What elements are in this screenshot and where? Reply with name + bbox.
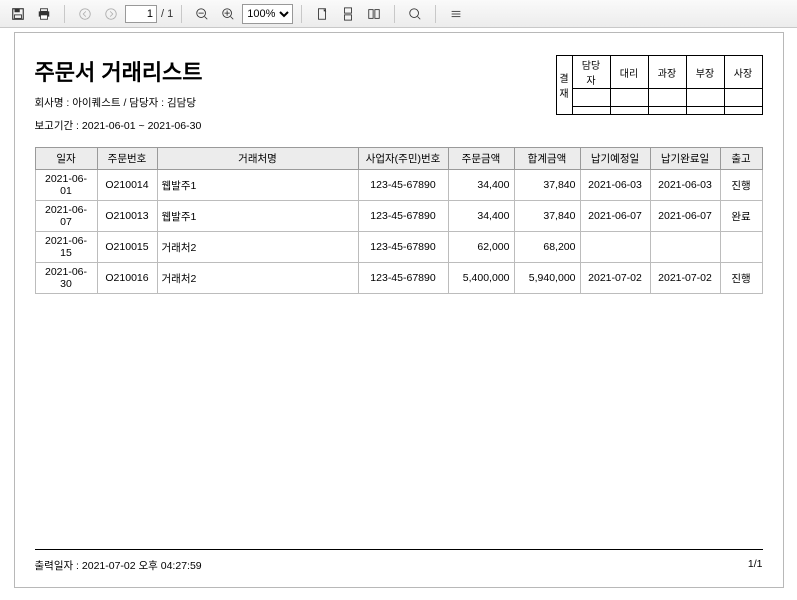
approval-col: 사장 — [724, 56, 762, 89]
separator — [394, 5, 395, 23]
page-input[interactable] — [125, 5, 157, 23]
cell-done-date: 2021-06-07 — [650, 201, 720, 232]
cell-done-date: 2021-07-02 — [650, 263, 720, 294]
zoom-in-button[interactable] — [216, 3, 240, 25]
print-button[interactable] — [32, 3, 56, 25]
cell-client: 거래처2 — [157, 232, 358, 263]
toolbar: / 1 100% — [0, 0, 797, 28]
prev-page-button[interactable] — [73, 3, 97, 25]
menu-button[interactable] — [444, 3, 468, 25]
page-indicator: 1/1 — [748, 558, 763, 573]
cell-client: 거래처2 — [157, 263, 358, 294]
cell-ship-status: 진행 — [720, 170, 762, 201]
cell-date: 2021-06-15 — [35, 232, 97, 263]
cell-total-amount: 37,840 — [514, 170, 580, 201]
cell-biz-no: 123-45-67890 — [358, 170, 448, 201]
cell-due-date: 2021-06-07 — [580, 201, 650, 232]
cell-due-date: 2021-07-02 — [580, 263, 650, 294]
cell-order-no: O210015 — [97, 232, 157, 263]
save-button[interactable] — [6, 3, 30, 25]
page-title: 주문서 거래리스트 — [35, 55, 203, 87]
period-line: 보고기간 : 2021-06-01 ~ 2021-06-30 — [35, 118, 203, 133]
cell-total-amount: 68,200 — [514, 232, 580, 263]
search-button[interactable] — [403, 3, 427, 25]
cell-client: 웹발주1 — [157, 170, 358, 201]
cell-done-date — [650, 232, 720, 263]
viewport: 주문서 거래리스트 회사명 : 아이퀘스트 / 담당자 : 김담당 보고기간 :… — [0, 28, 797, 600]
cell-order-amount: 62,000 — [448, 232, 514, 263]
facing-page-button[interactable] — [362, 3, 386, 25]
zoom-select[interactable]: 100% — [242, 4, 293, 24]
separator — [435, 5, 436, 23]
cell-date: 2021-06-07 — [35, 201, 97, 232]
approval-col: 부장 — [686, 56, 724, 89]
print-timestamp: 출력일자 : 2021-07-02 오후 04:27:59 — [35, 558, 202, 573]
approval-col: 담당자 — [572, 56, 610, 89]
approval-col: 과장 — [648, 56, 686, 89]
company-line: 회사명 : 아이퀘스트 / 담당자 : 김담당 — [35, 95, 203, 110]
cell-client: 웹발주1 — [157, 201, 358, 232]
cell-order-no: O210013 — [97, 201, 157, 232]
footer-rule — [35, 549, 763, 550]
cell-biz-no: 123-45-67890 — [358, 263, 448, 294]
separator — [301, 5, 302, 23]
cell-order-amount: 5,400,000 — [448, 263, 514, 294]
cell-biz-no: 123-45-67890 — [358, 232, 448, 263]
approval-box: 결재 담당자 대리 과장 부장 사장 — [556, 55, 763, 115]
table-row: 2021-06-01O210014웹발주1123-45-6789034,4003… — [35, 170, 762, 201]
cell-ship-status — [720, 232, 762, 263]
cell-order-amount: 34,400 — [448, 170, 514, 201]
cell-ship-status: 완료 — [720, 201, 762, 232]
data-table: 일자 주문번호 거래처명 사업자(주민)번호 주문금액 합계금액 납기예정일 납… — [35, 147, 763, 294]
document-page: 주문서 거래리스트 회사명 : 아이퀘스트 / 담당자 : 김담당 보고기간 :… — [14, 32, 784, 588]
cell-date: 2021-06-30 — [35, 263, 97, 294]
zoom-out-button[interactable] — [190, 3, 214, 25]
table-row: 2021-06-07O210013웹발주1123-45-6789034,4003… — [35, 201, 762, 232]
separator — [64, 5, 65, 23]
separator — [181, 5, 182, 23]
cell-due-date: 2021-06-03 — [580, 170, 650, 201]
cell-date: 2021-06-01 — [35, 170, 97, 201]
cell-total-amount: 37,840 — [514, 201, 580, 232]
cell-order-no: O210016 — [97, 263, 157, 294]
cell-order-amount: 34,400 — [448, 201, 514, 232]
approval-side-label: 결재 — [556, 56, 572, 115]
next-page-button[interactable] — [99, 3, 123, 25]
cell-order-no: O210014 — [97, 170, 157, 201]
table-row: 2021-06-30O210016거래처2123-45-678905,400,0… — [35, 263, 762, 294]
cell-done-date: 2021-06-03 — [650, 170, 720, 201]
cell-biz-no: 123-45-67890 — [358, 201, 448, 232]
table-header-row: 일자 주문번호 거래처명 사업자(주민)번호 주문금액 합계금액 납기예정일 납… — [35, 148, 762, 170]
cell-total-amount: 5,940,000 — [514, 263, 580, 294]
single-page-button[interactable] — [310, 3, 334, 25]
table-row: 2021-06-15O210015거래처2123-45-6789062,0006… — [35, 232, 762, 263]
cell-due-date — [580, 232, 650, 263]
page-total: / 1 — [161, 8, 173, 20]
cell-ship-status: 진행 — [720, 263, 762, 294]
approval-col: 대리 — [610, 56, 648, 89]
continuous-page-button[interactable] — [336, 3, 360, 25]
